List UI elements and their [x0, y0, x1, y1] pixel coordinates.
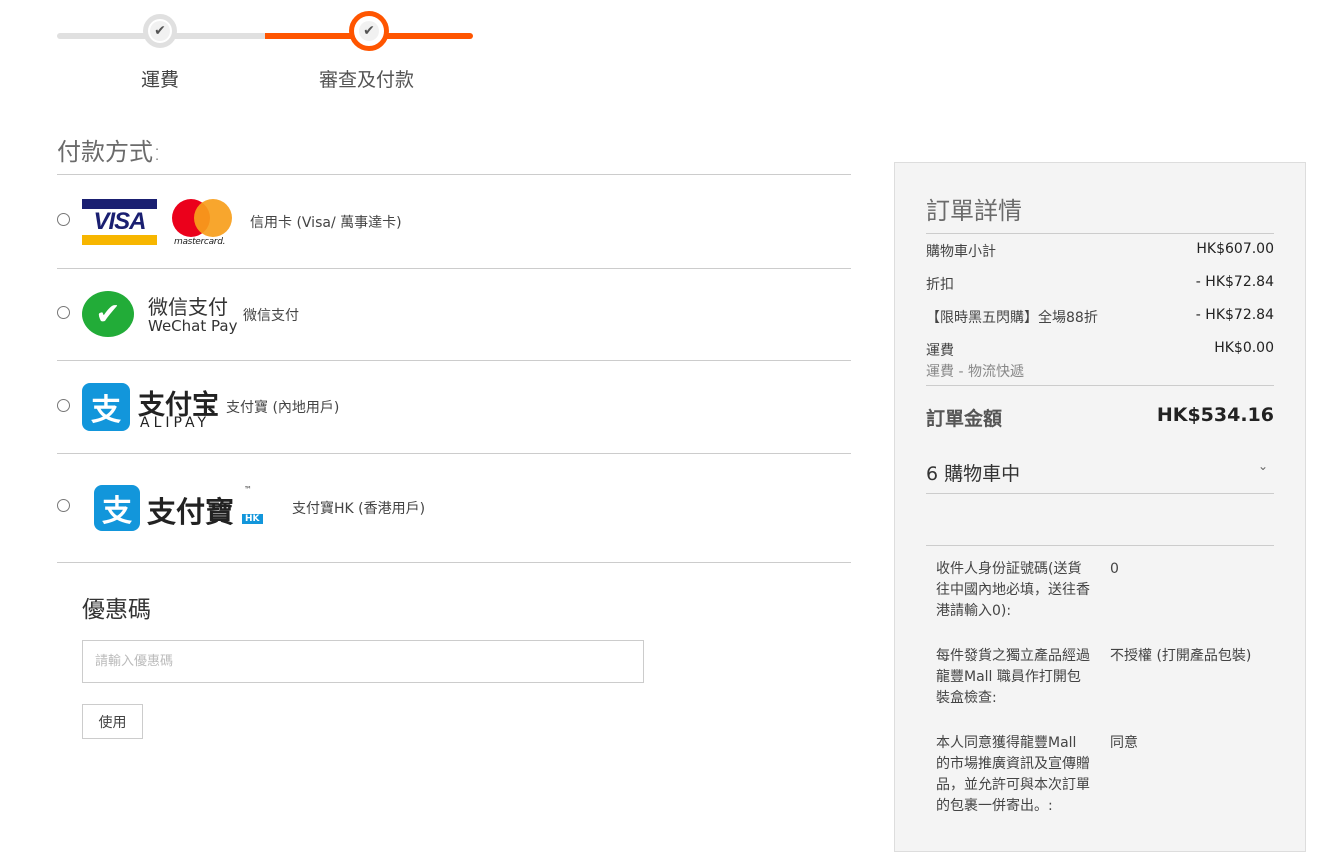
alipay-radio[interactable] [57, 399, 70, 412]
visa-logo: VISA [82, 199, 157, 245]
alipay-hk-label[interactable]: 支付寶HK (香港用戶) [292, 498, 425, 518]
payment-option-wechat[interactable]: ✔ 微信支付 WeChat Pay 微信支付 [57, 269, 851, 361]
order-summary-title: 訂單詳情 [926, 197, 1022, 225]
info-question: 每件發貨之獨立產品經過龍豐Mall 職員作打開包裝盒檢查: [936, 648, 1090, 706]
subtotal-label: 購物車小計 [926, 244, 996, 260]
wechat-icon: ✔ [82, 291, 134, 337]
divider [926, 545, 1274, 546]
shipping-method: 運費 - 物流快遞 [926, 364, 1024, 380]
info-answer: 0 [1110, 561, 1119, 577]
alipay-logo: 支 支付宝 ALIPAY [82, 383, 222, 433]
payment-method-title: 付款方式: [57, 138, 162, 166]
divider [926, 233, 1274, 234]
cart-items-label: 6 購物車中 [926, 463, 1021, 485]
checkmark-icon: ✔ [150, 21, 170, 41]
step-shipping-label[interactable]: 運費 [141, 65, 179, 92]
info-question: 本人同意獲得龍豐Mall 的市場推廣資訊及宣傳贈品，並允許可與本次訂單的包裹一併… [936, 735, 1090, 814]
alipay-hk-icon: 支 [94, 485, 140, 531]
shipping-value: HK$0.00 [1214, 340, 1274, 356]
alipay-icon: 支 [82, 383, 130, 431]
order-total-label: 訂單金額 [926, 408, 1003, 430]
coupon-input[interactable] [82, 640, 644, 683]
chevron-down-icon: ⌄ [1257, 459, 1268, 473]
cart-items-toggle[interactable]: 6 購物車中 ⌄ [926, 459, 1274, 493]
step-review-label: 審查及付款 [319, 69, 415, 91]
divider [926, 385, 1274, 386]
credit-card-radio[interactable] [57, 213, 70, 226]
wechat-radio[interactable] [57, 306, 70, 319]
payment-method-list: VISA mastercard. 信用卡 (Visa/ 萬事達卡) ✔ 微信支付… [57, 174, 851, 563]
info-question: 收件人身份証號碼(送貨往中國內地必填，送往香港請輸入0): [936, 561, 1090, 619]
promo-label: 【限時黑五閃購】全場88折 [926, 310, 1098, 326]
discount-value: - HK$72.84 [1195, 274, 1274, 290]
promo-value: - HK$72.84 [1195, 307, 1274, 323]
credit-card-label[interactable]: 信用卡 (Visa/ 萬事達卡) [250, 212, 402, 232]
mastercard-logo: mastercard. [172, 199, 234, 247]
step-shipping-indicator[interactable]: ✔ [143, 14, 177, 48]
alipay-hk-radio[interactable] [57, 499, 70, 512]
checkout-progress: ✔ ✔ 運費 審查及付款 [57, 10, 477, 100]
alipay-label[interactable]: 支付寶 (內地用戶) [226, 397, 339, 417]
payment-option-alipay-hk[interactable]: 支 支付寶 ™ HK 支付寶HK (香港用戶) [57, 454, 851, 563]
divider [926, 493, 1274, 494]
coupon-title: 優惠碼 [82, 597, 151, 623]
wechat-label[interactable]: 微信支付 [243, 305, 299, 325]
wechat-pay-logo: ✔ 微信支付 WeChat Pay [82, 291, 237, 339]
payment-option-alipay[interactable]: 支 支付宝 ALIPAY 支付寶 (內地用戶) [57, 361, 851, 454]
alipay-hk-logo: 支 支付寶 ™ HK [94, 485, 274, 533]
info-answer: 不授權 (打開產品包裝) [1110, 648, 1252, 664]
step-review-indicator: ✔ [349, 11, 389, 51]
discount-label: 折扣 [926, 277, 954, 293]
checkmark-icon: ✔ [359, 21, 379, 41]
subtotal-value: HK$607.00 [1196, 241, 1274, 257]
order-summary-panel: 訂單詳情 購物車小計 HK$607.00 折扣 - HK$72.84 【限時黑五… [894, 162, 1306, 852]
order-total-value: HK$534.16 [1156, 404, 1274, 426]
info-answer: 同意 [1110, 735, 1138, 751]
shipping-label: 運費 [926, 343, 954, 359]
payment-option-credit-card[interactable]: VISA mastercard. 信用卡 (Visa/ 萬事達卡) [57, 175, 851, 269]
apply-coupon-button[interactable]: 使用 [82, 704, 143, 739]
